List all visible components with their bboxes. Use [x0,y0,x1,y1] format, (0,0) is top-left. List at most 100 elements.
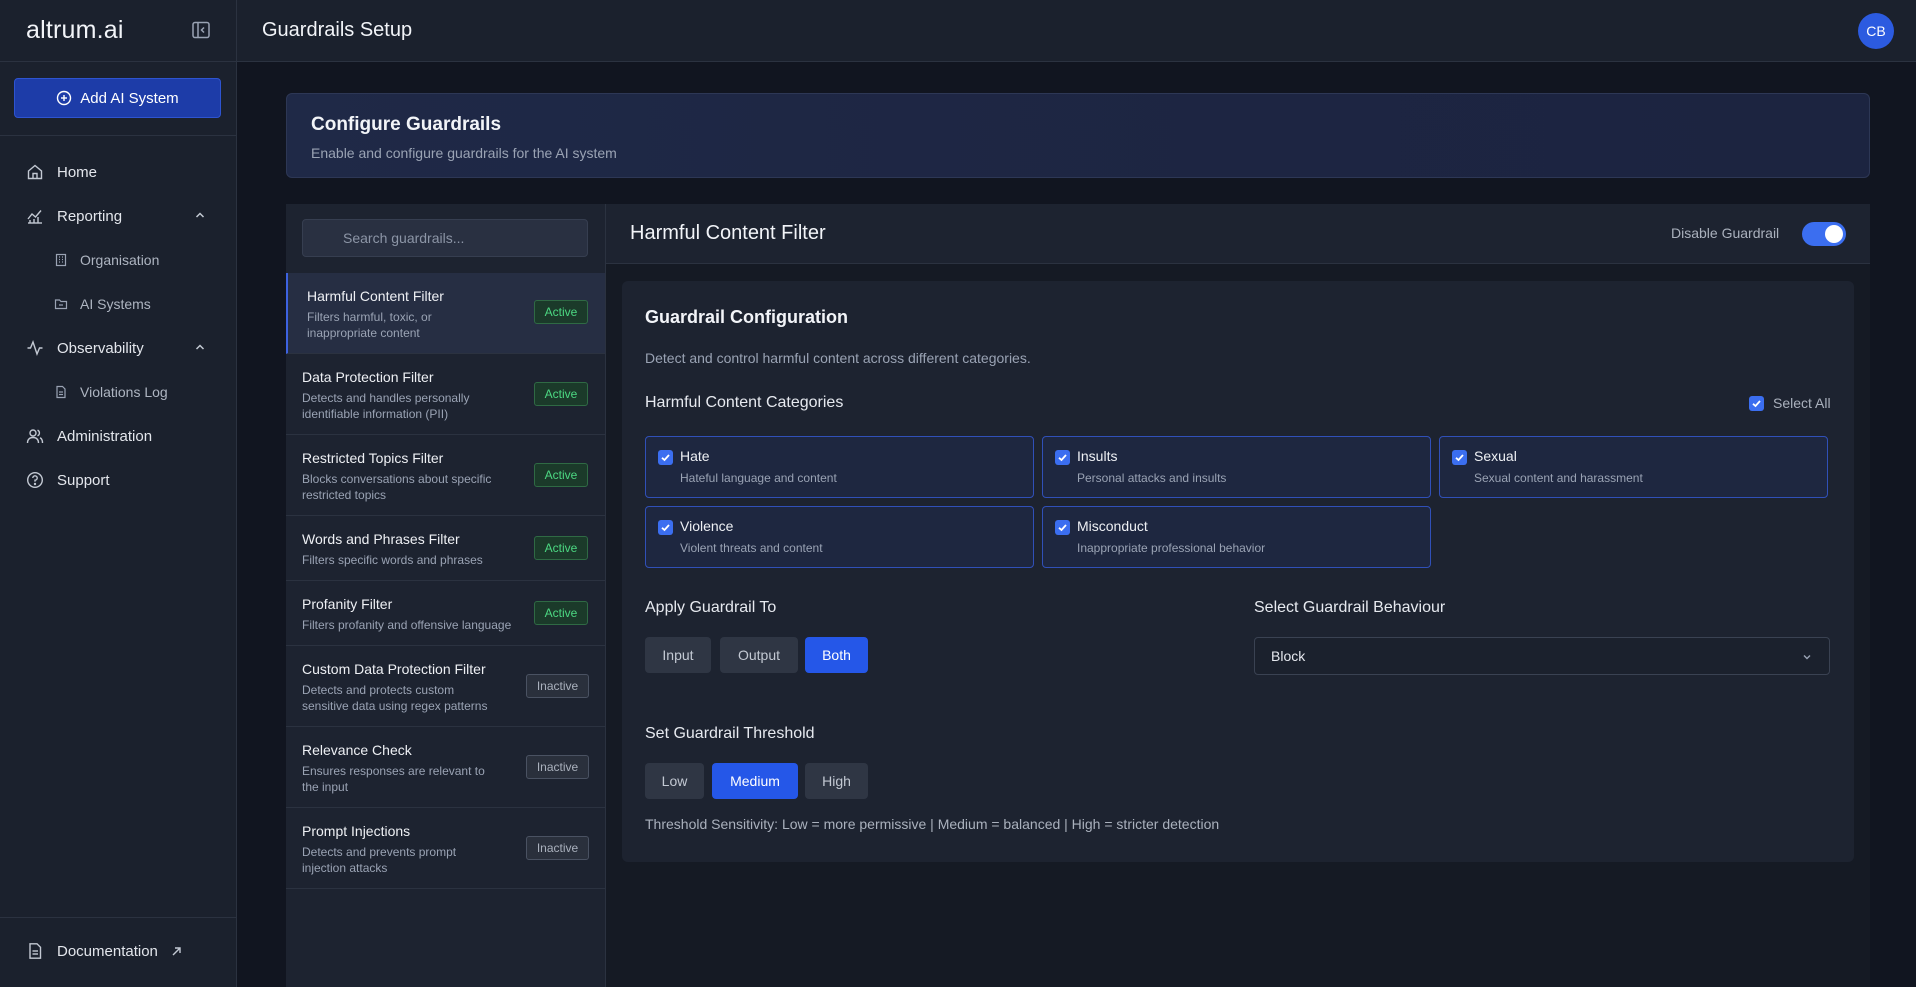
guardrail-desc: Detects and protects custom sensitive da… [302,683,488,713]
category-hate[interactable]: Hate Hateful language and content [645,436,1034,498]
documentation-label: Documentation [57,942,158,960]
config-title: Guardrail Configuration [645,307,849,327]
status-badge: Active [534,463,588,487]
category-insults[interactable]: Insults Personal attacks and insults [1042,436,1431,498]
guardrail-item-restricted-topics[interactable]: Restricted Topics Filter Blocks conversa… [286,435,605,516]
add-ai-system-button[interactable]: Add AI System [14,78,221,118]
sidebar-item-observability[interactable]: Observability [0,326,237,370]
guardrail-desc: Blocks conversations about specific rest… [302,472,492,502]
sidebar-item-support[interactable]: Support [0,458,237,502]
chevron-down-icon [1803,655,1811,660]
sidebar-item-label: Support [57,471,110,489]
checkbox-checked-icon [1749,395,1764,411]
guardrail-detail-panel: Harmful Content Filter Disable Guardrail… [606,204,1870,987]
folder-icon [54,299,68,310]
brand-logo[interactable]: altrum.ai [26,16,124,45]
banner-subtitle: Enable and configure guardrails for the … [311,145,617,161]
behaviour-select[interactable]: Block [1254,637,1830,675]
brand-bar: altrum.ai [0,0,236,62]
sidebar-item-label: Violations Log [80,384,168,400]
guardrail-desc: Ensures responses are relevant to the in… [302,764,485,794]
status-badge: Inactive [526,755,589,779]
behaviour-title: Select Guardrail Behaviour [1254,599,1446,616]
status-badge: Active [534,536,588,560]
guardrail-item-data-protection[interactable]: Data Protection Filter Detects and handl… [286,354,605,435]
guardrail-item-words-phrases[interactable]: Words and Phrases Filter Filters specifi… [286,516,605,581]
sidebar-item-label: Home [57,163,98,181]
chevron-up-icon[interactable] [194,341,206,353]
guardrail-item-custom-data-protection[interactable]: Custom Data Protection Filter Detects an… [286,646,605,727]
sidebar-collapse-icon[interactable] [191,20,211,40]
search-input[interactable] [302,219,588,257]
behaviour-value: Block [1271,648,1306,664]
sidebar-item-ai-systems[interactable]: AI Systems [0,282,237,326]
category-desc: Inappropriate professional behavior [1077,541,1266,555]
apply-output-button[interactable]: Output [720,637,798,673]
checkbox-checked-icon [658,450,673,465]
categories-title: Harmful Content Categories [645,394,844,411]
status-badge: Active [534,601,588,625]
category-desc: Violent threats and content [680,541,823,555]
category-desc: Personal attacks and insults [1077,471,1227,485]
category-violence[interactable]: Violence Violent threats and content [645,506,1034,568]
guardrail-name: Custom Data Protection Filter [302,661,486,677]
threshold-medium-button[interactable]: Medium [712,763,798,799]
category-misconduct[interactable]: Misconduct Inappropriate professional be… [1042,506,1431,568]
guardrail-desc: Filters specific words and phrases [302,553,483,567]
home-icon [27,164,43,180]
sidebar-item-label: Observability [57,339,144,357]
building-icon [55,253,67,267]
guardrail-item-relevance-check[interactable]: Relevance Check Ensures responses are re… [286,727,605,808]
sidebar-item-label: Administration [57,427,153,445]
sidebar-item-label: Organisation [80,252,160,268]
status-badge: Inactive [526,674,589,698]
guardrail-item-harmful-content[interactable]: Harmful Content Filter Filters harmful, … [286,273,605,354]
sidebar-item-home[interactable]: Home [0,150,237,194]
sidebar: altrum.ai Add AI System Home Reporting O… [0,0,237,987]
guardrail-item-profanity[interactable]: Profanity Filter Filters profanity and o… [286,581,605,646]
guardrail-name: Profanity Filter [302,596,393,612]
help-icon [26,471,44,489]
toggle-knob [1825,225,1843,243]
disable-guardrail-toggle[interactable] [1802,222,1846,246]
category-desc: Hateful language and content [680,471,837,485]
category-name: Insults [1077,448,1118,464]
configure-banner: Configure Guardrails Enable and configur… [286,93,1870,178]
apply-title: Apply Guardrail To [645,599,777,616]
page-title: Guardrails Setup [262,19,413,41]
threshold-high-button[interactable]: High [805,763,868,799]
select-all-label: Select All [1773,395,1831,411]
category-name: Misconduct [1077,518,1148,534]
plus-circle-icon [57,90,72,106]
category-desc: Sexual content and harassment [1474,471,1643,485]
chart-icon [27,210,42,224]
sidebar-item-organisation[interactable]: Organisation [0,238,237,282]
guardrail-name: Relevance Check [302,742,412,758]
guardrail-name: Words and Phrases Filter [302,531,460,547]
apply-input-button[interactable]: Input [645,637,711,673]
guardrail-configuration-card: Guardrail Configuration Detect and contr… [622,281,1854,862]
threshold-title: Set Guardrail Threshold [645,725,815,742]
detail-header: Harmful Content Filter Disable Guardrail [606,204,1870,264]
sidebar-item-administration[interactable]: Administration [0,414,237,458]
guardrail-desc: Detects and handles personally identifia… [302,391,470,421]
chevron-up-icon[interactable] [194,209,206,221]
guardrail-desc: Filters profanity and offensive language [302,618,512,632]
guardrail-item-prompt-injections[interactable]: Prompt Injections Detects and prevents p… [286,808,605,889]
banner-title: Configure Guardrails [311,114,502,135]
apply-both-button[interactable]: Both [805,637,868,673]
sidebar-item-violations-log[interactable]: Violations Log [0,370,237,414]
category-sexual[interactable]: Sexual Sexual content and harassment [1439,436,1828,498]
documentation-link[interactable]: Documentation [26,942,182,960]
avatar[interactable]: CB [1858,13,1894,49]
sidebar-item-reporting[interactable]: Reporting [0,194,237,238]
threshold-low-button[interactable]: Low [645,763,704,799]
select-all-checkbox[interactable]: Select All [1749,395,1831,411]
status-badge: Inactive [526,836,589,860]
guardrail-desc: Detects and prevents prompt injection at… [302,845,457,875]
category-name: Hate [680,448,710,464]
file-icon [56,385,66,399]
add-ai-system-label: Add AI System [80,89,179,107]
top-header: Guardrails Setup CB [237,0,1916,62]
status-badge: Active [534,382,588,406]
